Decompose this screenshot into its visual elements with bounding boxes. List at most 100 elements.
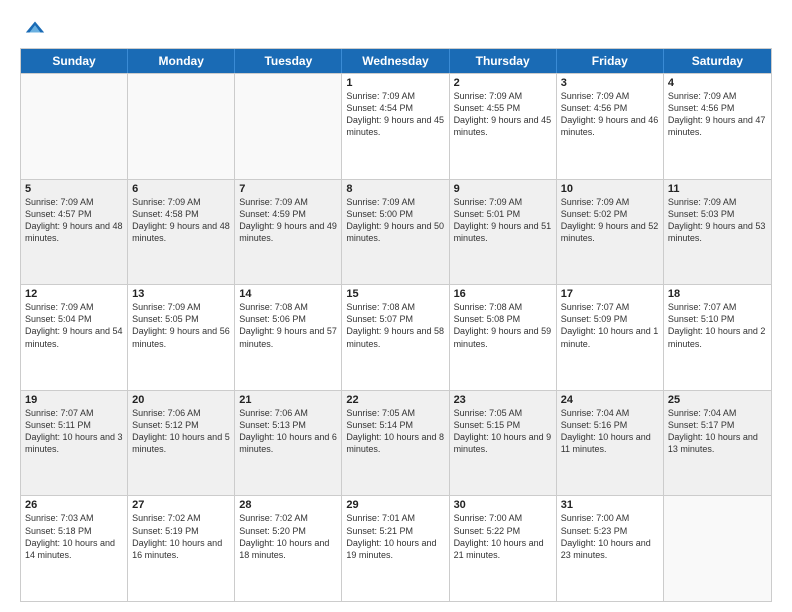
day-number: 17 <box>561 288 659 300</box>
day-number: 27 <box>132 499 230 511</box>
day-info: Sunrise: 7:08 AM Sunset: 5:08 PM Dayligh… <box>454 301 552 350</box>
day-number: 5 <box>25 183 123 195</box>
header <box>20 16 772 38</box>
day-number: 4 <box>668 77 767 89</box>
table-row: 22Sunrise: 7:05 AM Sunset: 5:14 PM Dayli… <box>342 391 449 496</box>
logo-text <box>20 16 46 38</box>
calendar-header-row: SundayMondayTuesdayWednesdayThursdayFrid… <box>21 49 771 73</box>
table-row: 17Sunrise: 7:07 AM Sunset: 5:09 PM Dayli… <box>557 285 664 390</box>
calendar-row: 12Sunrise: 7:09 AM Sunset: 5:04 PM Dayli… <box>21 284 771 390</box>
calendar-row: 1Sunrise: 7:09 AM Sunset: 4:54 PM Daylig… <box>21 73 771 179</box>
table-row: 2Sunrise: 7:09 AM Sunset: 4:55 PM Daylig… <box>450 74 557 179</box>
table-row: 14Sunrise: 7:08 AM Sunset: 5:06 PM Dayli… <box>235 285 342 390</box>
calendar-row: 26Sunrise: 7:03 AM Sunset: 5:18 PM Dayli… <box>21 495 771 601</box>
table-row: 7Sunrise: 7:09 AM Sunset: 4:59 PM Daylig… <box>235 180 342 285</box>
table-row <box>235 74 342 179</box>
day-info: Sunrise: 7:08 AM Sunset: 5:06 PM Dayligh… <box>239 301 337 350</box>
table-row: 9Sunrise: 7:09 AM Sunset: 5:01 PM Daylig… <box>450 180 557 285</box>
day-number: 11 <box>668 183 767 195</box>
day-info: Sunrise: 7:09 AM Sunset: 5:03 PM Dayligh… <box>668 196 767 245</box>
day-info: Sunrise: 7:09 AM Sunset: 4:58 PM Dayligh… <box>132 196 230 245</box>
weekday-header: Sunday <box>21 49 128 73</box>
table-row: 20Sunrise: 7:06 AM Sunset: 5:12 PM Dayli… <box>128 391 235 496</box>
logo <box>20 16 46 38</box>
table-row: 28Sunrise: 7:02 AM Sunset: 5:20 PM Dayli… <box>235 496 342 601</box>
day-number: 9 <box>454 183 552 195</box>
weekday-header: Friday <box>557 49 664 73</box>
table-row: 12Sunrise: 7:09 AM Sunset: 5:04 PM Dayli… <box>21 285 128 390</box>
day-number: 18 <box>668 288 767 300</box>
day-number: 3 <box>561 77 659 89</box>
day-number: 16 <box>454 288 552 300</box>
day-info: Sunrise: 7:03 AM Sunset: 5:18 PM Dayligh… <box>25 512 123 561</box>
day-info: Sunrise: 7:09 AM Sunset: 5:05 PM Dayligh… <box>132 301 230 350</box>
table-row: 10Sunrise: 7:09 AM Sunset: 5:02 PM Dayli… <box>557 180 664 285</box>
day-info: Sunrise: 7:07 AM Sunset: 5:11 PM Dayligh… <box>25 407 123 456</box>
table-row: 18Sunrise: 7:07 AM Sunset: 5:10 PM Dayli… <box>664 285 771 390</box>
table-row <box>21 74 128 179</box>
table-row: 13Sunrise: 7:09 AM Sunset: 5:05 PM Dayli… <box>128 285 235 390</box>
day-info: Sunrise: 7:07 AM Sunset: 5:10 PM Dayligh… <box>668 301 767 350</box>
table-row: 25Sunrise: 7:04 AM Sunset: 5:17 PM Dayli… <box>664 391 771 496</box>
day-number: 19 <box>25 394 123 406</box>
day-info: Sunrise: 7:09 AM Sunset: 4:57 PM Dayligh… <box>25 196 123 245</box>
day-info: Sunrise: 7:02 AM Sunset: 5:19 PM Dayligh… <box>132 512 230 561</box>
day-number: 7 <box>239 183 337 195</box>
day-number: 23 <box>454 394 552 406</box>
day-info: Sunrise: 7:09 AM Sunset: 4:56 PM Dayligh… <box>668 90 767 139</box>
day-number: 30 <box>454 499 552 511</box>
day-number: 20 <box>132 394 230 406</box>
day-number: 25 <box>668 394 767 406</box>
table-row: 31Sunrise: 7:00 AM Sunset: 5:23 PM Dayli… <box>557 496 664 601</box>
day-number: 14 <box>239 288 337 300</box>
day-number: 28 <box>239 499 337 511</box>
table-row: 5Sunrise: 7:09 AM Sunset: 4:57 PM Daylig… <box>21 180 128 285</box>
day-info: Sunrise: 7:07 AM Sunset: 5:09 PM Dayligh… <box>561 301 659 350</box>
day-number: 12 <box>25 288 123 300</box>
table-row: 3Sunrise: 7:09 AM Sunset: 4:56 PM Daylig… <box>557 74 664 179</box>
day-number: 26 <box>25 499 123 511</box>
table-row: 24Sunrise: 7:04 AM Sunset: 5:16 PM Dayli… <box>557 391 664 496</box>
day-info: Sunrise: 7:00 AM Sunset: 5:22 PM Dayligh… <box>454 512 552 561</box>
day-info: Sunrise: 7:06 AM Sunset: 5:13 PM Dayligh… <box>239 407 337 456</box>
table-row <box>664 496 771 601</box>
weekday-header: Tuesday <box>235 49 342 73</box>
table-row: 29Sunrise: 7:01 AM Sunset: 5:21 PM Dayli… <box>342 496 449 601</box>
day-info: Sunrise: 7:09 AM Sunset: 5:02 PM Dayligh… <box>561 196 659 245</box>
table-row: 8Sunrise: 7:09 AM Sunset: 5:00 PM Daylig… <box>342 180 449 285</box>
table-row: 11Sunrise: 7:09 AM Sunset: 5:03 PM Dayli… <box>664 180 771 285</box>
table-row: 30Sunrise: 7:00 AM Sunset: 5:22 PM Dayli… <box>450 496 557 601</box>
day-info: Sunrise: 7:09 AM Sunset: 5:04 PM Dayligh… <box>25 301 123 350</box>
weekday-header: Monday <box>128 49 235 73</box>
day-info: Sunrise: 7:04 AM Sunset: 5:16 PM Dayligh… <box>561 407 659 456</box>
table-row: 26Sunrise: 7:03 AM Sunset: 5:18 PM Dayli… <box>21 496 128 601</box>
day-info: Sunrise: 7:04 AM Sunset: 5:17 PM Dayligh… <box>668 407 767 456</box>
weekday-header: Thursday <box>450 49 557 73</box>
weekday-header: Saturday <box>664 49 771 73</box>
day-number: 8 <box>346 183 444 195</box>
day-info: Sunrise: 7:08 AM Sunset: 5:07 PM Dayligh… <box>346 301 444 350</box>
day-info: Sunrise: 7:00 AM Sunset: 5:23 PM Dayligh… <box>561 512 659 561</box>
day-number: 2 <box>454 77 552 89</box>
day-number: 31 <box>561 499 659 511</box>
calendar-row: 5Sunrise: 7:09 AM Sunset: 4:57 PM Daylig… <box>21 179 771 285</box>
logo-icon <box>24 16 46 38</box>
day-number: 6 <box>132 183 230 195</box>
table-row <box>128 74 235 179</box>
day-number: 29 <box>346 499 444 511</box>
day-number: 24 <box>561 394 659 406</box>
calendar-body: 1Sunrise: 7:09 AM Sunset: 4:54 PM Daylig… <box>21 73 771 601</box>
day-info: Sunrise: 7:09 AM Sunset: 4:56 PM Dayligh… <box>561 90 659 139</box>
table-row: 21Sunrise: 7:06 AM Sunset: 5:13 PM Dayli… <box>235 391 342 496</box>
day-number: 21 <box>239 394 337 406</box>
table-row: 23Sunrise: 7:05 AM Sunset: 5:15 PM Dayli… <box>450 391 557 496</box>
day-info: Sunrise: 7:09 AM Sunset: 4:55 PM Dayligh… <box>454 90 552 139</box>
day-info: Sunrise: 7:09 AM Sunset: 5:00 PM Dayligh… <box>346 196 444 245</box>
table-row: 4Sunrise: 7:09 AM Sunset: 4:56 PM Daylig… <box>664 74 771 179</box>
day-info: Sunrise: 7:06 AM Sunset: 5:12 PM Dayligh… <box>132 407 230 456</box>
day-number: 22 <box>346 394 444 406</box>
table-row: 6Sunrise: 7:09 AM Sunset: 4:58 PM Daylig… <box>128 180 235 285</box>
table-row: 15Sunrise: 7:08 AM Sunset: 5:07 PM Dayli… <box>342 285 449 390</box>
day-number: 1 <box>346 77 444 89</box>
table-row: 16Sunrise: 7:08 AM Sunset: 5:08 PM Dayli… <box>450 285 557 390</box>
